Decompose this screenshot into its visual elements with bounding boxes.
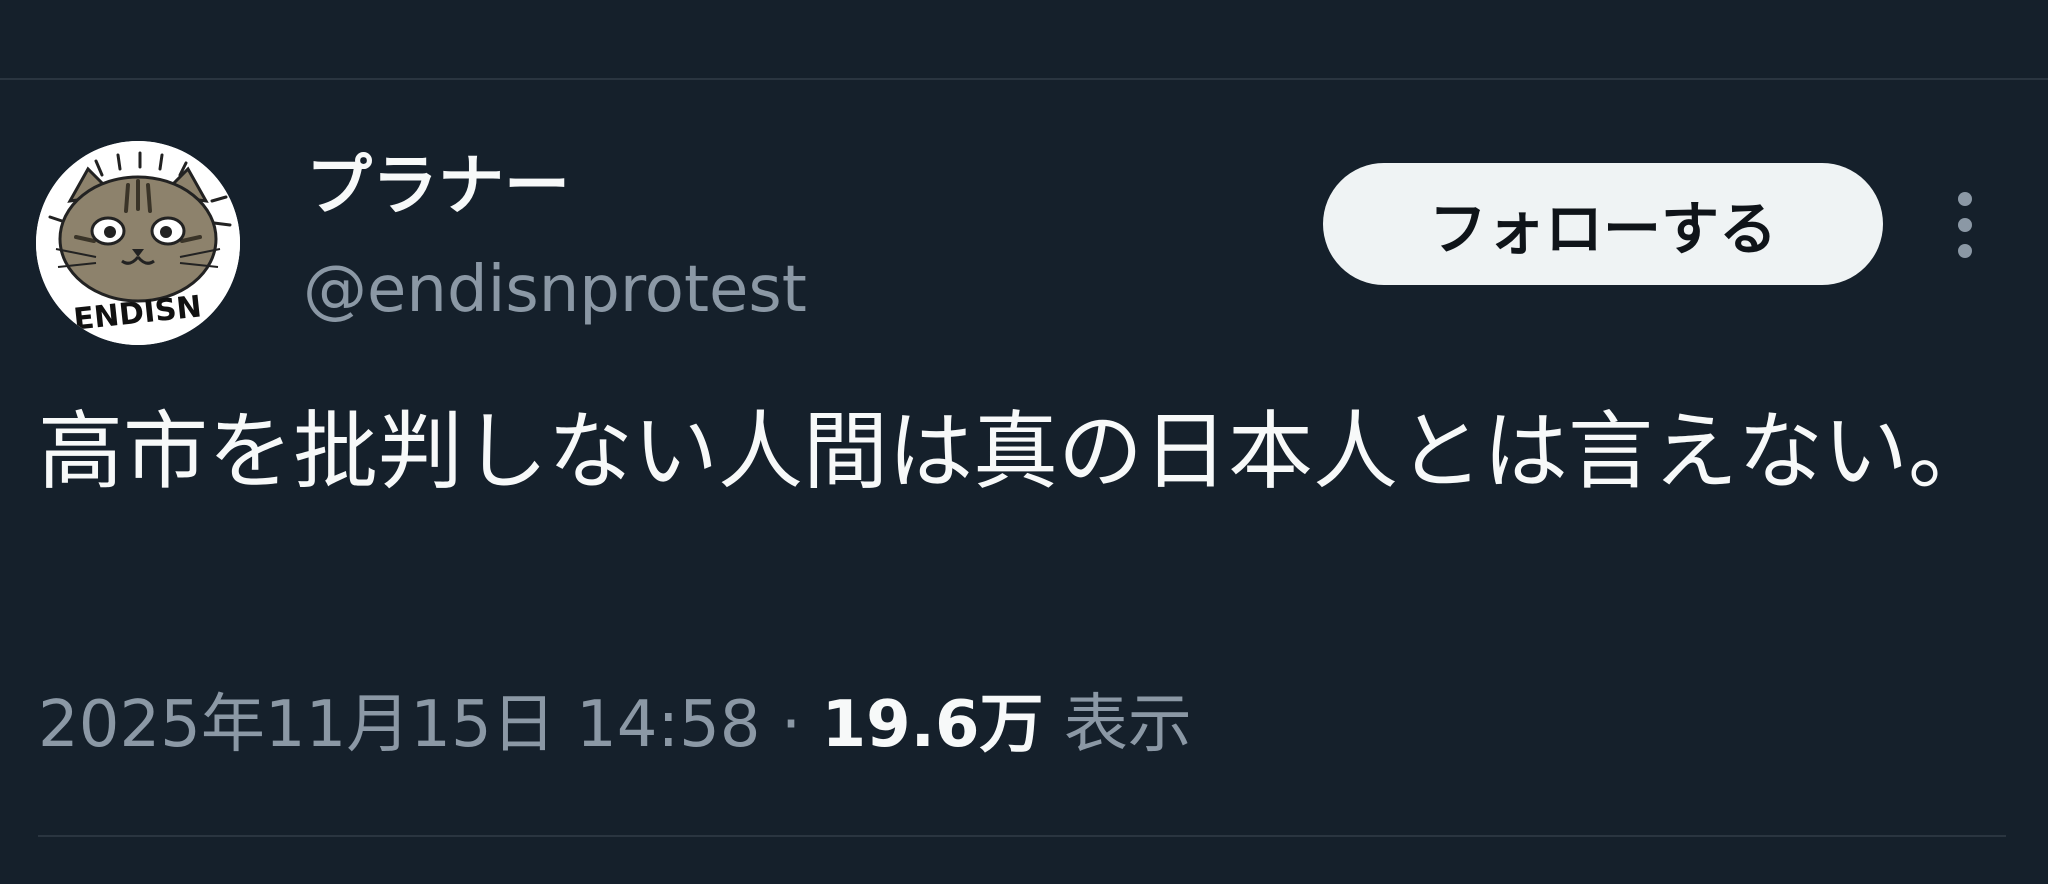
views-count[interactable]: 19.6万: [822, 688, 1044, 762]
avatar[interactable]: ENDISN: [36, 141, 240, 345]
tweet-text: 高市を批判しない人間は真の日本人とは言えない。: [38, 403, 1994, 502]
bottom-divider: [38, 835, 2006, 837]
tweet-meta: 2025年11月15日 14:58 · 19.6万 表示: [38, 680, 1192, 770]
more-button[interactable]: [1940, 185, 1990, 265]
meta-separator: ·: [760, 688, 822, 762]
follow-button[interactable]: フォローする: [1323, 163, 1883, 285]
author-display-name[interactable]: プラナー: [306, 146, 570, 226]
tweet-timestamp[interactable]: 2025年11月15日 14:58: [38, 688, 761, 762]
author-handle[interactable]: @endisnprotest: [303, 250, 807, 330]
cat-avatar-icon: ENDISN: [36, 141, 240, 345]
more-vertical-icon: [1958, 192, 1972, 258]
top-divider: [0, 78, 2048, 80]
views-label: 表示: [1043, 688, 1192, 762]
